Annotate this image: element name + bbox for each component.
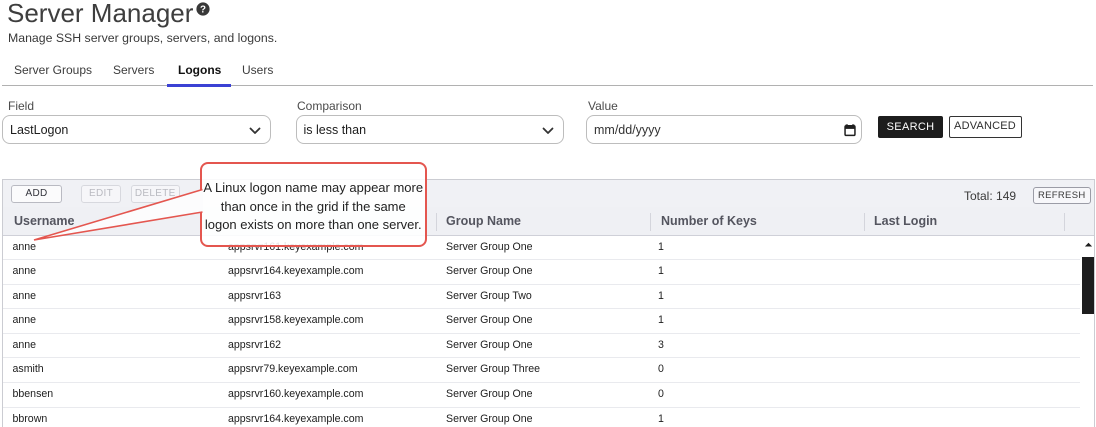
svg-text:?: ? [200,5,206,16]
